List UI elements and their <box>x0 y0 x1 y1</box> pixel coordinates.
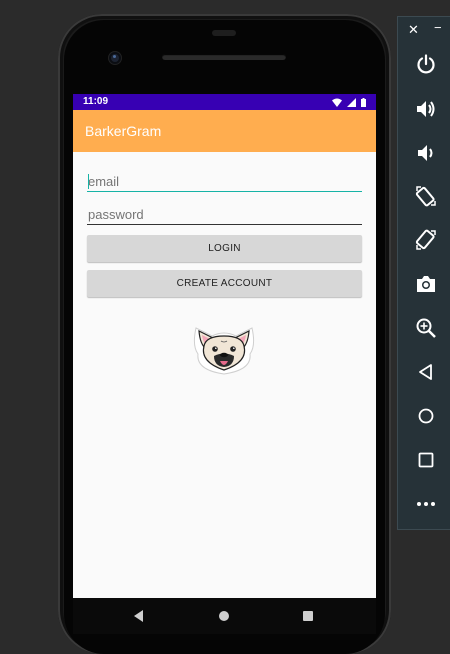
wifi-icon <box>332 98 342 107</box>
app-title: BarkerGram <box>85 123 162 139</box>
front-camera <box>109 52 121 64</box>
navigation-bar <box>73 598 376 634</box>
create-account-button[interactable]: CREATE ACCOUNT <box>87 270 362 297</box>
status-bar: 11:09 <box>73 94 376 110</box>
text-cursor <box>88 174 89 189</box>
back-icon[interactable] <box>131 608 147 624</box>
speaker-grille <box>162 54 286 60</box>
french-bulldog-logo <box>193 327 255 375</box>
more-icon[interactable] <box>415 493 437 515</box>
status-time: 11:09 <box>83 96 109 107</box>
rotate-left-icon[interactable] <box>415 185 437 207</box>
volume-down-icon[interactable] <box>415 142 437 164</box>
email-field[interactable] <box>87 172 362 192</box>
password-field[interactable] <box>87 205 362 225</box>
zoom-icon[interactable] <box>415 317 437 339</box>
earpiece-slit <box>212 30 236 36</box>
emulator-home-icon[interactable] <box>415 405 437 427</box>
emulator-control-panel: ✕ − <box>397 16 450 530</box>
rotate-right-icon[interactable] <box>415 229 437 251</box>
home-icon[interactable] <box>216 608 232 624</box>
device-screen: 11:09 BarkerGram LOGIN CREATE ACCOUNT <box>73 94 376 598</box>
camera-icon[interactable] <box>415 273 437 295</box>
volume-up-icon[interactable] <box>415 98 437 120</box>
signal-icon <box>347 97 356 107</box>
power-icon[interactable] <box>415 53 437 75</box>
status-icons <box>332 97 366 107</box>
battery-icon <box>361 97 366 107</box>
close-emulator-button[interactable]: ✕ <box>408 22 419 38</box>
minimize-emulator-button[interactable]: − <box>434 20 442 35</box>
overview-icon[interactable] <box>415 449 437 471</box>
login-button[interactable]: LOGIN <box>87 235 362 262</box>
recents-icon[interactable] <box>300 608 316 624</box>
app-bar: BarkerGram <box>73 110 376 152</box>
emulator-back-icon[interactable] <box>415 361 437 383</box>
